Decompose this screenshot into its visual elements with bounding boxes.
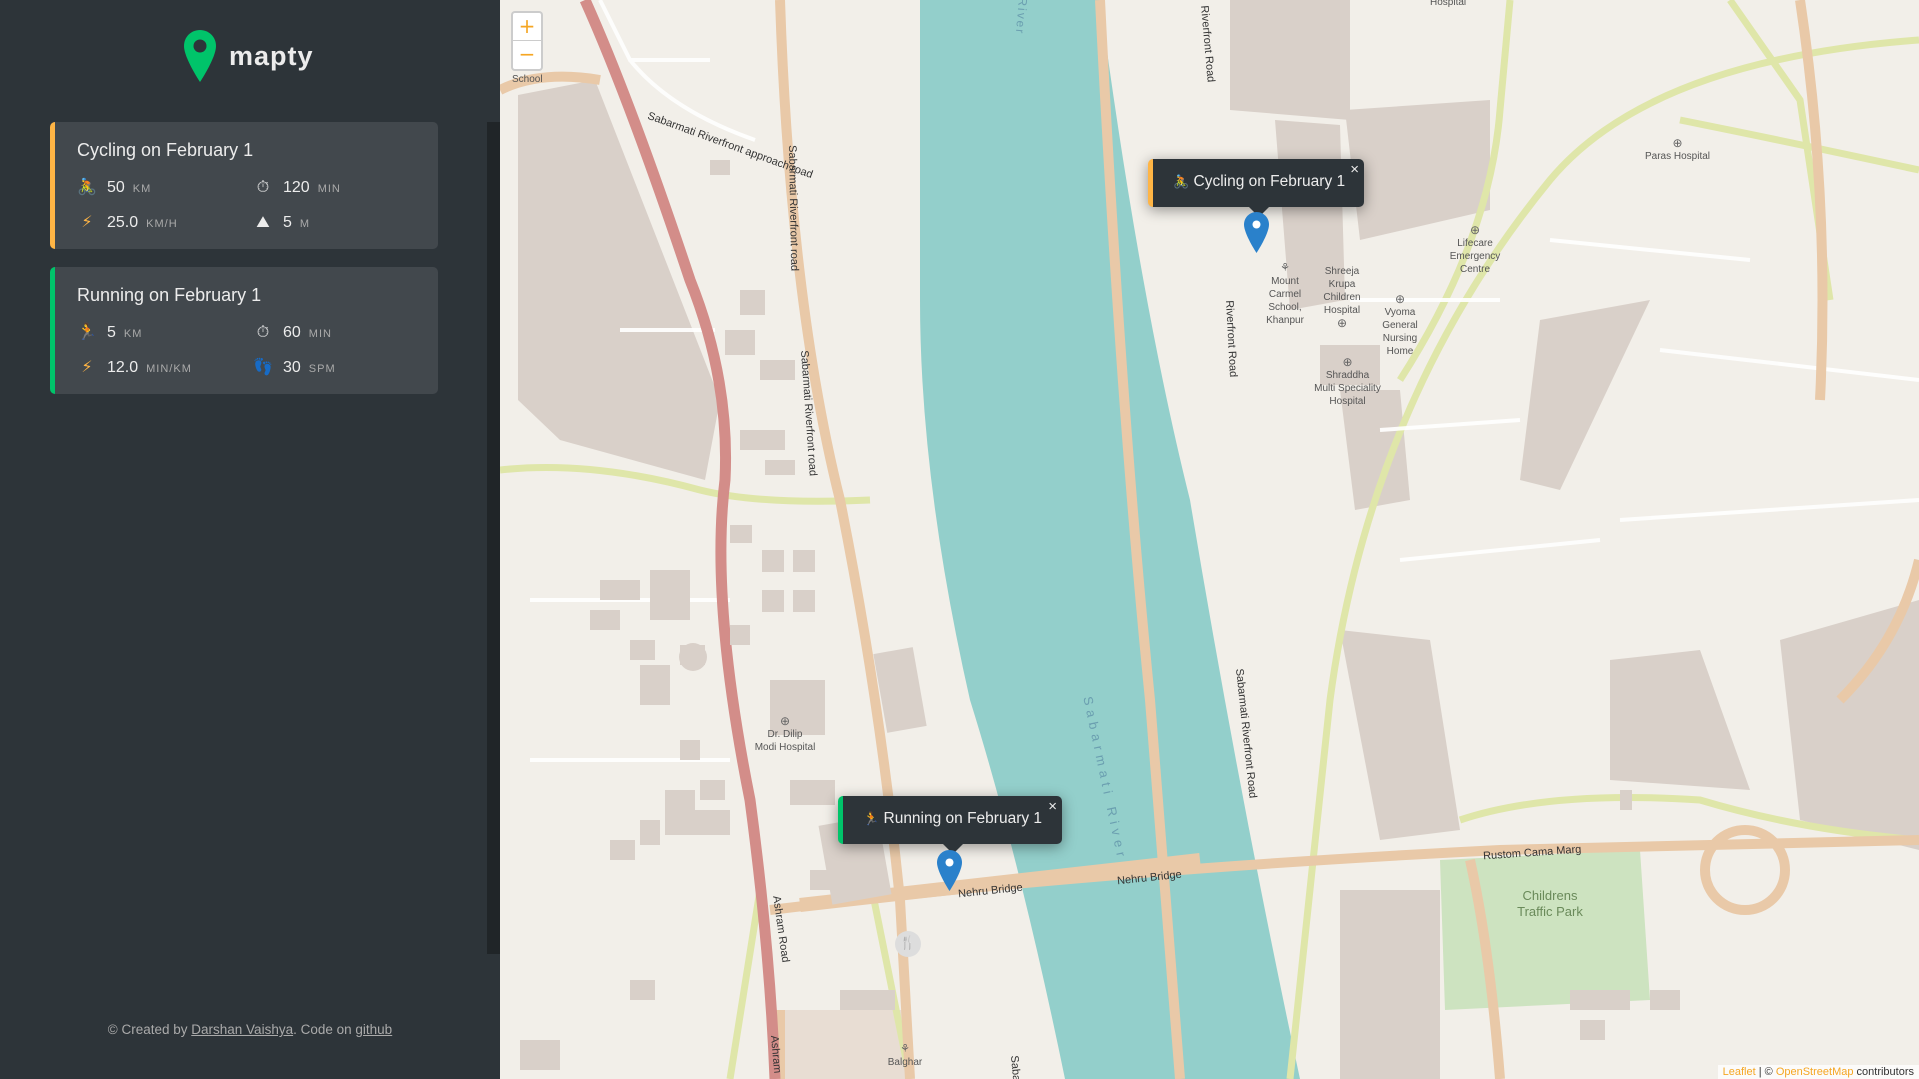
- zoom-in-button[interactable]: +: [513, 13, 541, 41]
- hospital-icon: ⊕: [779, 714, 791, 728]
- distance-value: 5: [107, 324, 116, 341]
- distance-unit: KM: [132, 183, 152, 195]
- map-label-dilip-hospital: ⊕ Dr. Dilip Modi Hospital: [740, 715, 830, 754]
- sidebar: mapty Cycling on February 1 🚴 50 KM ⏱ 12…: [0, 0, 500, 1079]
- speed-unit: KM/H: [146, 218, 178, 230]
- pace-unit: MIN/KM: [146, 363, 192, 375]
- map-label-lifecare: ⊕ Lifecare Emergency Centre: [1440, 224, 1510, 276]
- workout-card-running[interactable]: Running on February 1 🏃 5 KM ⏱ 60 MIN ⚡ …: [50, 267, 438, 394]
- cadence-value: 30: [283, 359, 301, 376]
- workout-title: Running on February 1: [77, 285, 262, 305]
- hospital-icon: ⊕: [1469, 223, 1481, 237]
- workout-duration: ⏱ 120 MIN: [253, 177, 341, 197]
- workout-speed: ⚡ 25.0 KM/H: [77, 212, 178, 232]
- map-label-riverfront-west: Sabarmati Riverfront road: [786, 145, 801, 272]
- close-icon[interactable]: ×: [1048, 798, 1057, 815]
- speed-value: 25.0: [107, 214, 139, 231]
- map-label-childrens-park: Childrens Traffic Park: [1517, 888, 1583, 919]
- popup-content: 🚴 Cycling on February 1: [1173, 173, 1345, 191]
- stopwatch-icon: ⏱: [256, 177, 270, 196]
- workout-elevation: ⛰ 5 M: [253, 212, 310, 232]
- copyright-middle: . Code on: [293, 1022, 352, 1037]
- stopwatch-icon: ⏱: [256, 322, 270, 341]
- restaurant-icon: 🍴: [895, 931, 921, 957]
- openstreetmap-link[interactable]: OpenStreetMap: [1776, 1066, 1854, 1078]
- workout-card-cycling[interactable]: Cycling on February 1 🚴 50 KM ⏱ 120 MIN …: [50, 122, 438, 249]
- location-pin-icon: [184, 30, 216, 82]
- duration-value: 60: [283, 324, 301, 341]
- duration-unit: MIN: [308, 328, 332, 340]
- copyright-prefix: © Created by: [107, 1022, 188, 1037]
- zoom-out-button[interactable]: −: [513, 41, 541, 69]
- map-label-saba-fragment: Saba: [1008, 1055, 1023, 1079]
- pace-value: 12.0: [107, 359, 139, 376]
- duration-value: 120: [283, 179, 310, 196]
- popup-text: Running on February 1: [883, 810, 1043, 827]
- author-link[interactable]: Darshan Vaishya: [191, 1022, 293, 1037]
- cyclist-icon: 🚴: [1173, 174, 1190, 189]
- map-label-balghar: ⚘ Balghar: [880, 1043, 930, 1069]
- leaflet-link[interactable]: Leaflet: [1723, 1066, 1756, 1078]
- map-label-shreeja-hospital: Shreeja Krupa Children Hospital ⊕: [1312, 265, 1372, 330]
- school-icon: ⚘: [1280, 262, 1290, 274]
- elevation-value: 5: [283, 214, 292, 231]
- map-label-vyoma-nursing: ⊕ Vyoma General Nursing Home: [1370, 293, 1430, 358]
- map-marker-cycling[interactable]: [1244, 212, 1269, 253]
- mountain-icon: ⛰: [256, 212, 270, 231]
- popup-content: 🏃 Running on February 1: [863, 810, 1042, 828]
- cadence-unit: SPM: [308, 363, 336, 375]
- workout-distance: 🚴 50 KM: [77, 177, 151, 197]
- workout-duration: ⏱ 60 MIN: [253, 322, 332, 342]
- workout-distance: 🏃 5 KM: [77, 322, 142, 342]
- workout-title: Cycling on February 1: [77, 140, 254, 160]
- map-marker-running[interactable]: [937, 850, 962, 891]
- workout-list: Cycling on February 1 🚴 50 KM ⏱ 120 MIN …: [50, 122, 500, 954]
- hospital-icon: ⊕: [1672, 136, 1683, 150]
- elevation-unit: M: [299, 218, 311, 230]
- cyclist-icon: 🚴: [77, 177, 97, 196]
- distance-value: 50: [107, 179, 125, 196]
- hospital-icon: ⊕: [1336, 316, 1348, 330]
- logo: mapty: [184, 30, 314, 82]
- map-label-hospital-top: Hospital: [1430, 0, 1467, 8]
- runner-icon: 🏃: [863, 811, 880, 826]
- popup-text: Cycling on February 1: [1193, 173, 1346, 190]
- attribution-separator: | ©: [1755, 1066, 1776, 1078]
- map-label-mount-carmel: ⚘ Mount Carmel School, Khanpur: [1255, 262, 1315, 327]
- map-label-school: School: [512, 74, 543, 85]
- hospital-icon: ⊕: [1394, 292, 1406, 306]
- map-attribution: Leaflet | © OpenStreetMap contributors: [1717, 1065, 1919, 1079]
- popup-cycling[interactable]: 🚴 Cycling on February 1 ×: [1148, 159, 1364, 217]
- workout-pace: ⚡ 12.0 MIN/KM: [77, 357, 192, 377]
- map-label-paras-hospital: ⊕ Paras Hospital: [1640, 137, 1715, 163]
- attribution-suffix: contributors: [1853, 1066, 1914, 1078]
- close-icon[interactable]: ×: [1350, 161, 1359, 178]
- map[interactable]: School Sabarmati Riverfront approach roa…: [500, 0, 1919, 1079]
- distance-unit: KM: [123, 328, 143, 340]
- app-name: mapty: [229, 40, 314, 71]
- footprint-icon: 👣: [253, 357, 273, 376]
- runner-icon: 🏃: [77, 322, 97, 341]
- zoom-control: + −: [511, 11, 543, 71]
- map-label-shraddha-hospital: ⊕ Shraddha Multi Speciality Hospital: [1300, 356, 1395, 408]
- workout-list-scrollbar[interactable]: [487, 122, 500, 954]
- playground-icon: ⚘: [900, 1043, 910, 1055]
- github-link[interactable]: github: [355, 1022, 392, 1037]
- copyright: © Created by Darshan Vaishya. Code on gi…: [0, 1022, 500, 1037]
- workout-cadence: 👣 30 SPM: [253, 357, 336, 377]
- duration-unit: MIN: [317, 183, 341, 195]
- lightning-icon: ⚡: [81, 212, 93, 231]
- lightning-icon: ⚡: [81, 357, 93, 376]
- popup-running[interactable]: 🏃 Running on February 1 ×: [838, 796, 1062, 854]
